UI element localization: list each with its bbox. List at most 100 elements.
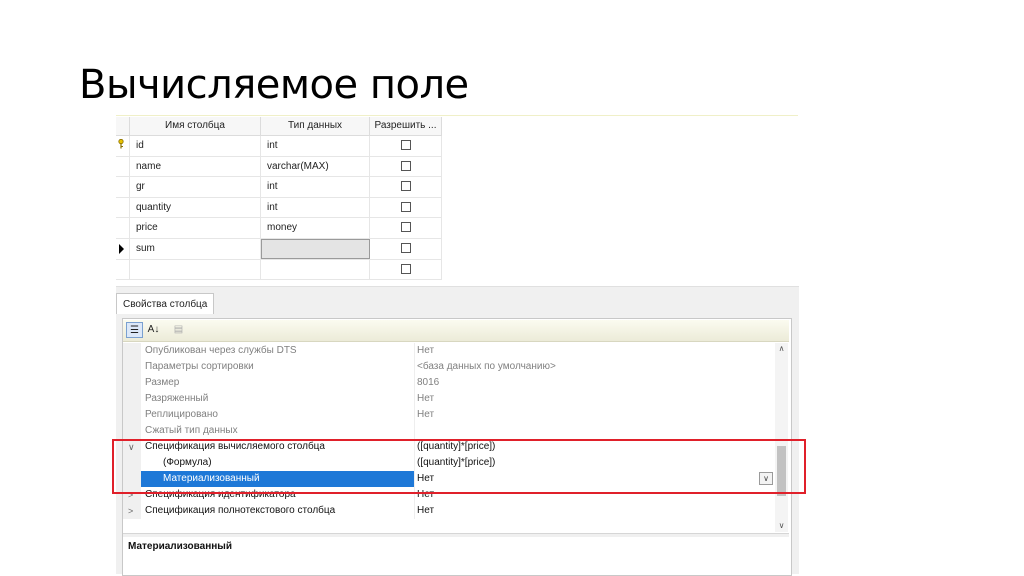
allow-nulls-checkbox[interactable] (400, 160, 411, 171)
grid-header: Имя столбца Тип данных Разрешить ... (116, 117, 442, 136)
header-allow-nulls[interactable]: Разрешить ... (370, 117, 442, 135)
property-name: (Формула) (163, 457, 212, 468)
property-name: Разряженный (145, 393, 209, 404)
property-value[interactable]: ([quantity]*[price]) (417, 439, 495, 455)
header-data-type[interactable]: Тип данных (261, 117, 370, 135)
property-row[interactable]: Реплицировано Нет (123, 407, 775, 423)
row-selector[interactable] (116, 156, 130, 177)
column-name-cell[interactable]: id (130, 136, 261, 156)
allow-nulls-checkbox[interactable] (400, 222, 411, 233)
column-name-cell[interactable]: price (130, 218, 261, 238)
column-name-cell[interactable]: quantity (130, 197, 261, 218)
property-row[interactable]: Параметры сортировки <база данных по умо… (123, 359, 775, 375)
property-value[interactable]: Нет (417, 407, 434, 423)
row-selector[interactable] (116, 238, 130, 259)
description-splitter[interactable] (123, 533, 789, 537)
collapse-chevron-icon[interactable]: ∨ (128, 439, 135, 455)
data-type-cell-editing[interactable] (261, 238, 370, 259)
property-name: Спецификация идентификатора (145, 489, 296, 500)
row-selector[interactable] (116, 218, 130, 238)
property-name: Реплицировано (145, 409, 218, 420)
data-type-cell[interactable]: money (261, 218, 370, 238)
row-selector[interactable] (116, 136, 130, 156)
header-column-name[interactable]: Имя столбца (130, 117, 261, 135)
column-name-cell[interactable]: gr (130, 177, 261, 197)
property-name: Спецификация полнотекстового столбца (145, 505, 336, 516)
property-value[interactable]: ([quantity]*[price]) (417, 455, 495, 471)
property-value[interactable]: Нет (417, 487, 434, 503)
property-row-fulltext-spec[interactable]: > Спецификация полнотекстового столбца Н… (123, 503, 775, 519)
allow-nulls-cell (370, 177, 442, 197)
property-row[interactable]: Размер 8016 (123, 375, 775, 391)
property-name: Материализованный (163, 473, 260, 484)
property-row-identity-spec[interactable]: > Спецификация идентификатора Нет (123, 487, 775, 503)
allow-nulls-checkbox[interactable] (400, 140, 411, 150)
property-value[interactable]: Нет (417, 471, 434, 487)
expand-chevron-icon[interactable]: > (128, 487, 133, 503)
property-description-title: Материализованный (128, 541, 232, 552)
property-row-persisted[interactable]: Материализованный Нет ∨ (123, 471, 775, 487)
alphabetical-sort-icon[interactable]: A↓ (145, 322, 162, 338)
property-row[interactable]: Сжатый тип данных (123, 423, 775, 439)
allow-nulls-cell (370, 197, 442, 218)
data-type-cell[interactable]: varchar(MAX) (261, 156, 370, 177)
table-row-current[interactable]: sum (116, 238, 442, 260)
property-list: Опубликован через службы DTS Нет Парамет… (123, 343, 775, 519)
property-name: Размер (145, 377, 180, 388)
column-name-cell[interactable]: sum (130, 238, 261, 259)
property-value[interactable]: <база данных по умолчанию> (417, 359, 556, 375)
property-toolbar: ☰ A↓ ▤ (123, 320, 789, 342)
row-selector[interactable] (116, 177, 130, 197)
row-selector[interactable] (116, 197, 130, 218)
allow-nulls-checkbox[interactable] (400, 242, 411, 253)
allow-nulls-checkbox[interactable] (400, 201, 411, 212)
table-row-new[interactable] (116, 259, 442, 281)
row-selector-header (116, 117, 130, 135)
properties-tabbar: Свойства столбца (116, 286, 799, 315)
table-row[interactable]: id int (116, 136, 442, 157)
column-grid: Имя столбца Тип данных Разрешить ... id … (116, 117, 442, 281)
allow-nulls-cell (370, 218, 442, 238)
scrollbar-thumb[interactable] (777, 446, 786, 496)
current-row-arrow-icon (119, 243, 124, 254)
allow-nulls-cell (370, 259, 442, 280)
property-pages-icon[interactable]: ▤ (170, 322, 187, 338)
property-name: Спецификация вычисляемого столбца (145, 441, 325, 452)
allow-nulls-checkbox[interactable] (400, 181, 411, 192)
data-type-cell[interactable]: int (261, 177, 370, 197)
property-value[interactable]: Нет (417, 343, 434, 359)
data-type-cell[interactable] (261, 259, 370, 280)
property-row-computed-spec[interactable]: ∨ Спецификация вычисляемого столбца ([qu… (123, 439, 775, 455)
property-value[interactable]: Нет (417, 503, 434, 519)
slide-title: Вычисляемое поле (79, 62, 469, 108)
expand-chevron-icon[interactable]: > (128, 503, 133, 519)
table-row[interactable]: price money (116, 218, 442, 239)
data-type-cell[interactable]: int (261, 197, 370, 218)
allow-nulls-cell (370, 156, 442, 177)
property-scrollbar[interactable]: ∧ ∨ (775, 343, 788, 532)
property-row[interactable]: Опубликован через службы DTS Нет (123, 343, 775, 359)
categorized-view-icon[interactable]: ☰ (126, 322, 143, 338)
scroll-up-icon[interactable]: ∧ (775, 343, 788, 355)
scroll-down-icon[interactable]: ∨ (775, 520, 788, 532)
table-row[interactable]: gr int (116, 177, 442, 198)
data-type-cell[interactable]: int (261, 136, 370, 156)
allow-nulls-checkbox[interactable] (400, 263, 411, 274)
table-row[interactable]: quantity int (116, 197, 442, 219)
chevron-down-icon[interactable]: ∨ (759, 472, 773, 485)
property-name: Параметры сортировки (145, 361, 254, 372)
column-name-cell[interactable] (130, 259, 261, 280)
property-name: Сжатый тип данных (145, 425, 238, 436)
allow-nulls-cell (370, 136, 442, 156)
table-row[interactable]: name varchar(MAX) (116, 156, 442, 178)
property-value[interactable]: Нет (417, 391, 434, 407)
column-name-cell[interactable]: name (130, 156, 261, 177)
primary-key-icon (118, 139, 124, 149)
tab-column-properties[interactable]: Свойства столбца (116, 293, 215, 315)
property-row[interactable]: Разряженный Нет (123, 391, 775, 407)
allow-nulls-cell (370, 238, 442, 259)
property-row-formula[interactable]: (Формула) ([quantity]*[price]) (123, 455, 775, 471)
row-selector[interactable] (116, 259, 130, 280)
property-name: Опубликован через службы DTS (145, 345, 297, 356)
property-value[interactable]: 8016 (417, 375, 439, 391)
